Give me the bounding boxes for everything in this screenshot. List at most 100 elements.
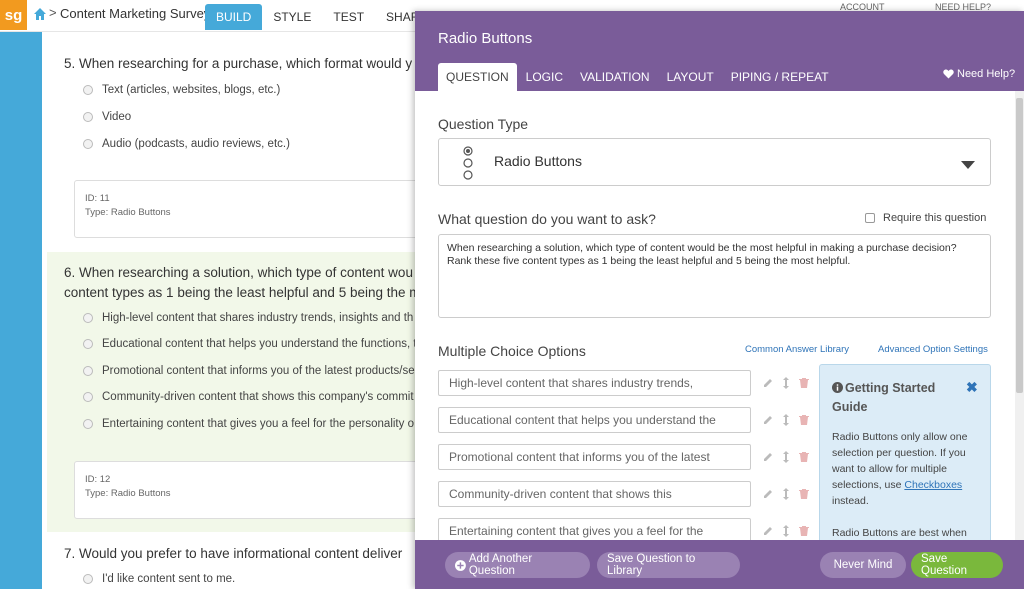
question-5-title[interactable]: 5. When researching for a purchase, whic… (64, 56, 412, 71)
tab-style[interactable]: STYLE (262, 4, 322, 30)
survey-canvas: 5. When researching for a purchase, whic… (47, 32, 434, 589)
info-icon (832, 382, 843, 393)
trash-icon[interactable] (798, 451, 810, 463)
panel-scrollbar[interactable] (1015, 91, 1024, 540)
drag-handle-icon[interactable] (780, 451, 792, 463)
q5-option[interactable]: Text (articles, websites, blogs, etc.) (83, 84, 280, 96)
option-actions (762, 414, 816, 426)
home-icon[interactable] (33, 7, 47, 21)
option-input[interactable]: High-level content that shares industry … (438, 370, 751, 396)
advanced-option-settings-link[interactable]: Advanced Option Settings (878, 344, 988, 355)
need-help-link[interactable]: Need Help? (943, 68, 1015, 80)
option-label: Video (102, 111, 132, 123)
button-label: Add Another Question (468, 553, 533, 577)
tab-piping-repeat[interactable]: PIPING / REPEAT (723, 63, 837, 91)
guide-text-end: instead. (832, 495, 869, 507)
trash-icon[interactable] (798, 525, 810, 537)
trash-icon[interactable] (798, 414, 810, 426)
q5-option[interactable]: Audio (podcasts, audio reviews, etc.) (83, 138, 290, 150)
checkboxes-link[interactable]: Checkboxes (904, 479, 962, 491)
q5-option[interactable]: Video (83, 111, 131, 123)
need-help-label: Need Help? (957, 68, 1016, 80)
panel-title: Radio Buttons (438, 30, 533, 47)
radio-buttons-type-icon (463, 146, 473, 180)
require-question-toggle[interactable]: Require this question (865, 212, 986, 224)
q6-option[interactable]: Educational content that helps you under… (83, 338, 417, 350)
main-nav-tabs: BUILD STYLE TEST SHARE (205, 4, 438, 30)
tab-test[interactable]: TEST (322, 4, 375, 30)
option-actions (762, 451, 816, 463)
drag-handle-icon[interactable] (780, 377, 792, 389)
q6-option[interactable]: Community-driven content that shows this… (83, 391, 414, 403)
radio-icon[interactable] (83, 139, 93, 149)
scrollbar-thumb[interactable] (1016, 98, 1023, 393)
question-id: ID: 12 (85, 474, 111, 485)
radio-icon[interactable] (83, 313, 93, 323)
option-input[interactable]: Promotional content that informs you of … (438, 444, 751, 470)
option-label: Community-driven content that shows this… (102, 391, 414, 403)
require-checkbox[interactable] (865, 213, 875, 223)
tab-question[interactable]: QUESTION (438, 63, 517, 91)
question-6-info-box: ID: 12 Type: Radio Buttons (74, 461, 434, 519)
radio-icon[interactable] (83, 112, 93, 122)
tab-logic[interactable]: LOGIC (518, 63, 571, 91)
save-question-to-library-button[interactable]: Save Question to Library (597, 552, 740, 578)
guide-title-text: Getting Started Guide (832, 381, 936, 414)
radio-icon[interactable] (83, 366, 93, 376)
pencil-icon[interactable] (762, 377, 774, 389)
option-input[interactable]: Educational content that helps you under… (438, 407, 751, 433)
question-6-title-line2[interactable]: content types as 1 being the least helpf… (64, 285, 421, 300)
caret-down-icon (961, 161, 975, 169)
require-label: Require this question (883, 212, 987, 224)
option-label: High-level content that shares industry … (102, 312, 414, 324)
q7-option[interactable]: I'd like content sent to me. (83, 573, 235, 585)
never-mind-button[interactable]: Never Mind (820, 552, 906, 578)
question-id: ID: 11 (85, 193, 110, 204)
pencil-icon[interactable] (762, 488, 774, 500)
survey-title-breadcrumb[interactable]: Content Marketing Survey (60, 6, 210, 21)
radio-icon[interactable] (83, 392, 93, 402)
tab-build[interactable]: BUILD (205, 4, 263, 30)
drag-handle-icon[interactable] (780, 414, 792, 426)
drag-handle-icon[interactable] (780, 525, 792, 537)
question-7-title[interactable]: 7. Would you prefer to have informationa… (64, 546, 402, 561)
option-label: Entertaining content that gives you a fe… (102, 418, 414, 430)
common-answer-library-link[interactable]: Common Answer Library (745, 344, 849, 355)
option-actions (762, 525, 816, 537)
radio-icon[interactable] (83, 339, 93, 349)
tab-layout[interactable]: LAYOUT (659, 63, 722, 91)
q6-option[interactable]: Promotional content that informs you of … (83, 365, 415, 377)
add-another-question-button[interactable]: Add Another Question (445, 552, 590, 578)
save-question-button[interactable]: Save Question (911, 552, 1003, 578)
option-actions (762, 488, 816, 500)
radio-icon[interactable] (83, 419, 93, 429)
panel-header: Radio Buttons QUESTION LOGIC VALIDATION … (415, 11, 1024, 91)
trash-icon[interactable] (798, 377, 810, 389)
pencil-icon[interactable] (762, 451, 774, 463)
q6-option[interactable]: Entertaining content that gives you a fe… (83, 418, 414, 430)
question-editor-panel: Radio Buttons QUESTION LOGIC VALIDATION … (415, 11, 1024, 589)
question-text-label: What question do you want to ask? (438, 211, 656, 227)
getting-started-guide: Getting Started Guide ✖ Radio Buttons on… (819, 364, 991, 544)
question-type-dropdown[interactable]: Radio Buttons (438, 138, 991, 186)
tab-validation[interactable]: VALIDATION (572, 63, 658, 91)
pencil-icon[interactable] (762, 525, 774, 537)
multiple-choice-label: Multiple Choice Options (438, 343, 586, 359)
option-label: Educational content that helps you under… (102, 338, 417, 350)
drag-handle-icon[interactable] (780, 488, 792, 500)
radio-icon[interactable] (83, 85, 93, 95)
question-6-title-line1[interactable]: 6. When researching a solution, which ty… (64, 265, 413, 280)
radio-icon[interactable] (83, 574, 93, 584)
pencil-icon[interactable] (762, 414, 774, 426)
question-type-label: Question Type (438, 116, 529, 132)
question-type: Type: Radio Buttons (85, 207, 171, 218)
left-sidebar-strip (0, 32, 42, 589)
guide-body-2: Radio Buttons are best when (832, 527, 967, 539)
q6-option[interactable]: High-level content that shares industry … (83, 312, 413, 324)
trash-icon[interactable] (798, 488, 810, 500)
guide-body: Radio Buttons only allow one selection p… (832, 429, 984, 509)
close-icon[interactable]: ✖ (966, 379, 978, 396)
question-text-area[interactable]: When researching a solution, which type … (438, 234, 991, 318)
surveygizmo-logo[interactable]: sg (0, 0, 27, 30)
option-input[interactable]: Community-driven content that shows this (438, 481, 751, 507)
